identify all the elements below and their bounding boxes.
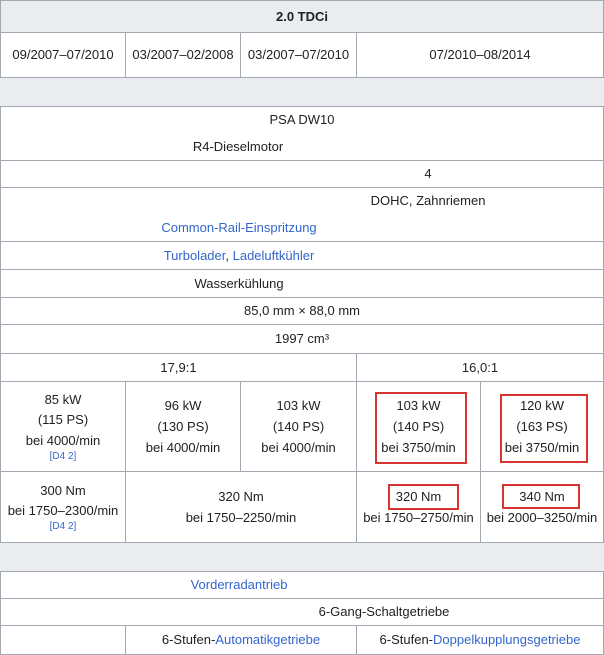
injection-link[interactable]: Common-Rail-Einspritzung: [161, 217, 316, 238]
period-cell-3: 03/2007–07/2010: [240, 32, 357, 78]
intercooler-link[interactable]: Ladeluftkühler: [233, 248, 315, 263]
cooling-row: Wasserkühlung: [0, 269, 604, 297]
gearbox-row: 6-Gang-Schaltgetriebe: [0, 598, 604, 626]
engine-row: PSA DW10: [0, 106, 604, 134]
torque-cell-1: 300 Nm bei 1750–2300/min [D4 2]: [0, 471, 126, 543]
displacement-row: 1997 cm³: [0, 324, 604, 354]
table-header: 2.0 TDCi: [0, 0, 604, 33]
power-cell-3: 103 kW (140 PS) bei 4000/min: [240, 381, 357, 472]
valves-row: 4: [0, 160, 604, 188]
reference-link[interactable]: [D4 2]: [50, 521, 77, 533]
compression-cell-2: 16,0:1: [356, 353, 604, 382]
injection-row: Common-Rail-Einspritzung: [0, 214, 604, 242]
bore-stroke-row: 85,0 mm × 88,0 mm: [0, 297, 604, 325]
charging-row: Turbolader, Ladeluftkühler: [0, 241, 604, 269]
power-cell-1: 85 kW (115 PS) bei 4000/min [D4 2]: [0, 381, 126, 472]
power-cell-4: 103 kW (140 PS) bei 3750/min: [356, 381, 481, 472]
automatic-link[interactable]: Automatikgetriebe: [215, 632, 320, 647]
drive-link[interactable]: Vorderradantrieb: [191, 574, 288, 595]
power-cell-5: 120 kW (163 PS) bei 3750/min: [480, 381, 604, 472]
compression-cell-1: 17,9:1: [0, 353, 357, 382]
period-cell-4: 07/2010–08/2014: [356, 32, 604, 78]
reference-link[interactable]: [D4 2]: [50, 451, 77, 463]
section-divider: [0, 77, 604, 107]
torque-cell-4: 340 Nm bei 2000–3250/min: [480, 471, 604, 543]
drive-row: Vorderradantrieb: [0, 571, 604, 599]
turbo-link[interactable]: Turbolader: [164, 248, 226, 263]
valvetrain-row: DOHC, Zahnriemen: [0, 187, 604, 215]
torque-cell-3: 320 Nm bei 1750–2750/min: [356, 471, 481, 543]
power-cell-2: 96 kW (130 PS) bei 4000/min: [125, 381, 241, 472]
type-row: R4-Dieselmotor: [0, 133, 604, 161]
engine-title: 2.0 TDCi: [275, 8, 328, 24]
period-cell-1: 09/2007–07/2010: [0, 32, 126, 78]
section-divider: [0, 542, 604, 572]
torque-cell-2: 320 Nm bei 1750–2250/min: [125, 471, 357, 543]
engine-link[interactable]: PSA DW10: [269, 109, 334, 130]
dct-link[interactable]: Doppelkupplungsgetriebe: [433, 632, 580, 647]
period-cell-2: 03/2007–02/2008: [125, 32, 241, 78]
